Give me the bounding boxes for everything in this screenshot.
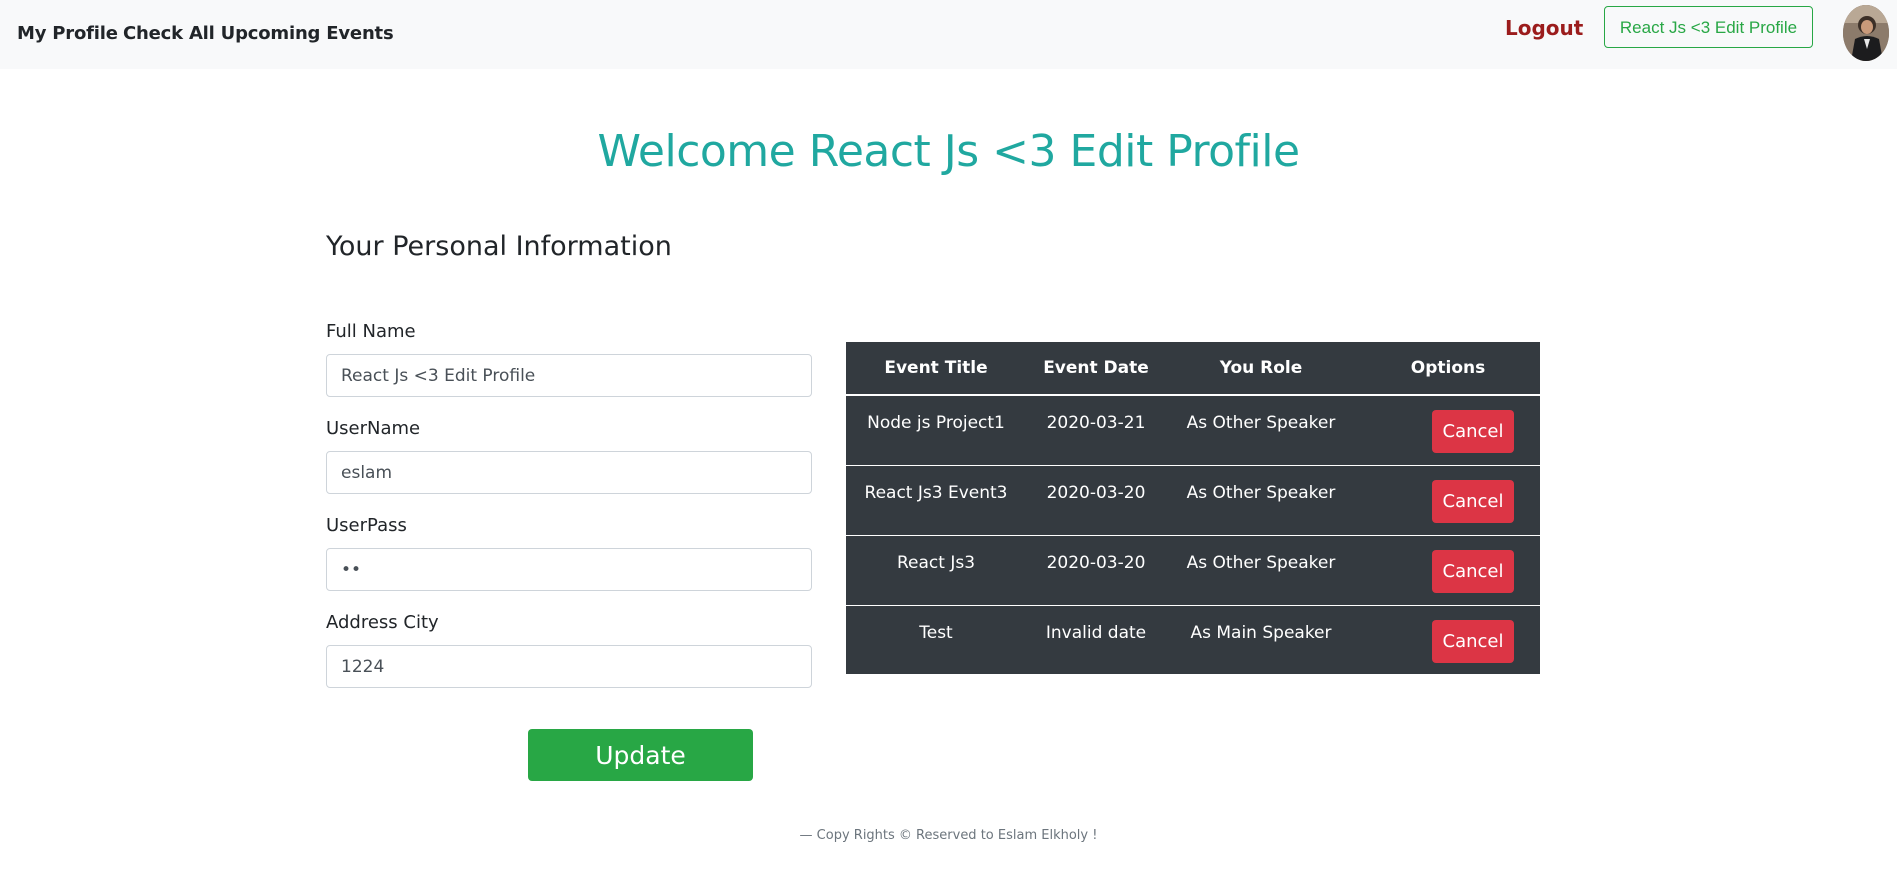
userpass-label: UserPass xyxy=(326,515,407,536)
cancel-button[interactable]: Cancel xyxy=(1432,480,1514,523)
header-role: You Role xyxy=(1219,358,1303,378)
event-role-cell: As Main Speaker xyxy=(1190,623,1332,643)
event-title-cell: Node js Project1 xyxy=(867,413,1005,433)
footer-copyright: — Copy Rights © Reserved to Eslam Elkhol… xyxy=(799,828,1098,843)
cancel-button[interactable]: Cancel xyxy=(1432,410,1514,453)
header-event-date: Event Date xyxy=(1043,358,1149,378)
update-button[interactable]: Update xyxy=(528,729,753,781)
nav-my-profile-link[interactable]: My Profile xyxy=(17,23,118,44)
avatar[interactable] xyxy=(1843,5,1889,61)
header-event-title: Event Title xyxy=(884,358,988,378)
username-field[interactable] xyxy=(326,451,812,494)
cancel-button[interactable]: Cancel xyxy=(1432,550,1514,593)
edit-profile-button[interactable]: React Js <3 Edit Profile xyxy=(1604,6,1813,48)
event-title-cell: React Js3 Event3 xyxy=(864,483,1008,503)
user-avatar-icon xyxy=(1843,5,1889,61)
logout-link[interactable]: Logout xyxy=(1505,16,1583,40)
section-title: Your Personal Information xyxy=(326,231,672,262)
page-title: Welcome React Js <3 Edit Profile xyxy=(597,126,1300,177)
table-row: React Js3 Event3 2020-03-20 As Other Spe… xyxy=(846,466,1540,536)
nav-upcoming-events-link[interactable]: Check All Upcoming Events xyxy=(123,23,394,44)
username-label: UserName xyxy=(326,418,421,439)
event-title-cell: React Js3 xyxy=(896,553,976,573)
event-role-cell: As Other Speaker xyxy=(1186,553,1336,573)
event-date-cell: Invalid date xyxy=(1045,623,1147,643)
full-name-field[interactable] xyxy=(326,354,812,397)
header-options: Options xyxy=(1410,358,1486,378)
events-table: Event Title Event Date You Role Options … xyxy=(846,342,1540,674)
top-navbar: My Profile Check All Upcoming Events Log… xyxy=(0,0,1897,69)
table-row: Node js Project1 2020-03-21 As Other Spe… xyxy=(846,396,1540,466)
event-date-cell: 2020-03-21 xyxy=(1046,413,1146,433)
address-city-label: Address City xyxy=(326,612,439,633)
event-date-cell: 2020-03-20 xyxy=(1046,483,1146,503)
event-date-cell: 2020-03-20 xyxy=(1046,553,1146,573)
event-role-cell: As Other Speaker xyxy=(1186,483,1336,503)
userpass-field[interactable] xyxy=(326,548,812,591)
table-header: Event Title Event Date You Role Options xyxy=(846,342,1540,396)
address-city-field[interactable] xyxy=(326,645,812,688)
event-title-cell: Test xyxy=(919,623,953,643)
table-row: Test Invalid date As Main Speaker Cancel xyxy=(846,606,1540,674)
cancel-button[interactable]: Cancel xyxy=(1432,620,1514,663)
event-role-cell: As Other Speaker xyxy=(1186,413,1336,433)
table-row: React Js3 2020-03-20 As Other Speaker Ca… xyxy=(846,536,1540,606)
full-name-label: Full Name xyxy=(326,321,416,342)
